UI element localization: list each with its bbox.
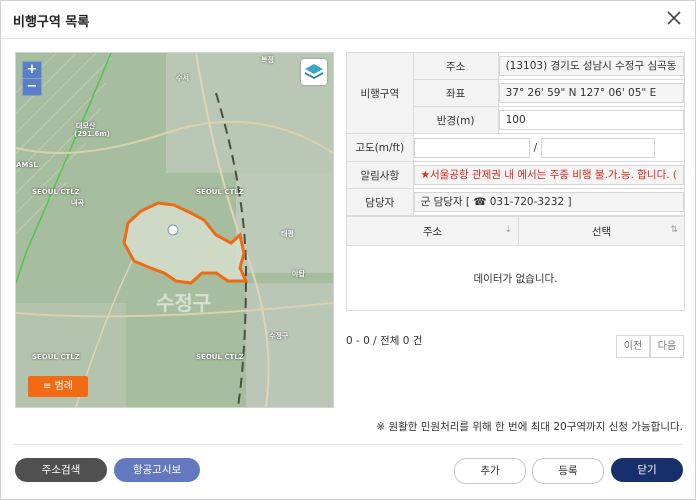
pager-info: 0 - 0 / 전체 0 건 [346,335,423,347]
radius-input[interactable]: 100 [498,110,684,130]
zoom-in-button[interactable]: + [23,62,41,78]
map-label: SEOUL CTLZ [32,353,80,361]
close-icon[interactable] [665,9,683,27]
next-page-button[interactable]: 다음 [650,335,684,358]
column-header-label: 선택 [591,225,612,238]
altitude-ft-input[interactable] [541,137,656,158]
map-label: 내곡 [71,199,84,207]
zone-label: 비행구역 [346,52,414,134]
radius-label: 반경(m) [412,106,499,134]
map-label: 수서 [176,74,189,82]
coord-field[interactable]: 37° 26' 59" N 127° 06' 05" E [498,83,684,103]
column-header-address[interactable]: 주소 ⇣ [346,216,519,246]
limit-notice: ※ 원활한 민원처리를 위해 한 번에 최대 20구역까지 신청 가능합니다. [376,421,683,433]
zone-list-table: 주소 ⇣ 선택 ⇅ 데이터가 없습니다. [346,216,685,311]
close-button[interactable]: 닫기 [611,458,683,482]
altitude-m-input[interactable] [413,137,530,158]
address-field[interactable]: (13103) 경기도 성남시 수정구 심곡동 [498,56,684,76]
list-icon: ≡ [43,381,52,392]
map-label: (291.6m) [74,130,110,138]
manager-label: 담당자 [346,188,414,216]
map-label: 복정 [261,56,274,64]
aviation-notice-button[interactable]: 항공고시보 [114,458,200,482]
legend-label: 범례 [54,381,73,392]
flight-zone-dialog: 비행구역 목록 대모산 (291.6m) AMSL SEOUL CTLZ SEO… [0,0,696,500]
map-label: 야탑 [292,270,305,278]
register-button[interactable]: 등록 [532,458,604,484]
divider [13,444,683,445]
manager-field: 군 담당자 [ ☎ 031-720-3232 ] [413,192,684,212]
dialog-header: 비행구역 목록 [1,1,695,39]
map-label: 수정구 [269,332,289,340]
notice-label: 알림사항 [346,161,414,189]
layers-button[interactable] [301,59,327,85]
sort-desc-icon[interactable]: ⇣ [504,225,512,235]
prev-page-button[interactable]: 이전 [616,335,650,358]
map-label: SEOUL CTLZ [32,188,80,196]
altitude-label: 고도(m/ft) [346,133,414,162]
map-label: SEOUL CTLZ [196,353,244,361]
zoom-out-button[interactable]: − [23,78,41,95]
map-district-label: 수정구 [156,291,212,315]
empty-message: 데이터가 없습니다. [346,245,685,311]
dialog-title: 비행구역 목록 [13,15,90,30]
notice-field: ★서울공항 관제권 내 에서는 주중 비행 불.가.능. 합니다. ( [413,165,684,185]
zoom-control: + − [22,61,42,96]
address-search-button[interactable]: 주소검색 [15,458,107,482]
column-header-select[interactable]: 선택 ⇅ [518,216,685,246]
sort-icon[interactable]: ⇅ [670,225,678,235]
layers-icon [305,64,323,79]
column-header-label: 주소 [422,225,443,238]
coord-label: 좌표 [412,79,499,107]
map-label: AMSL [16,161,38,169]
map-view[interactable]: 대모산 (291.6m) AMSL SEOUL CTLZ SEOUL CTLZ … [15,52,334,408]
address-label: 주소 [412,52,499,80]
add-button[interactable]: 추가 [454,458,526,484]
zone-info-table: 비행구역 주소 (13103) 경기도 성남시 수정구 심곡동 좌표 37° 2… [346,52,686,216]
map-label: SEOUL CTLZ [196,188,244,196]
map-label: 태평 [281,230,294,238]
altitude-separator: / [533,141,538,154]
legend-button[interactable]: ≡ 범례 [28,376,88,397]
